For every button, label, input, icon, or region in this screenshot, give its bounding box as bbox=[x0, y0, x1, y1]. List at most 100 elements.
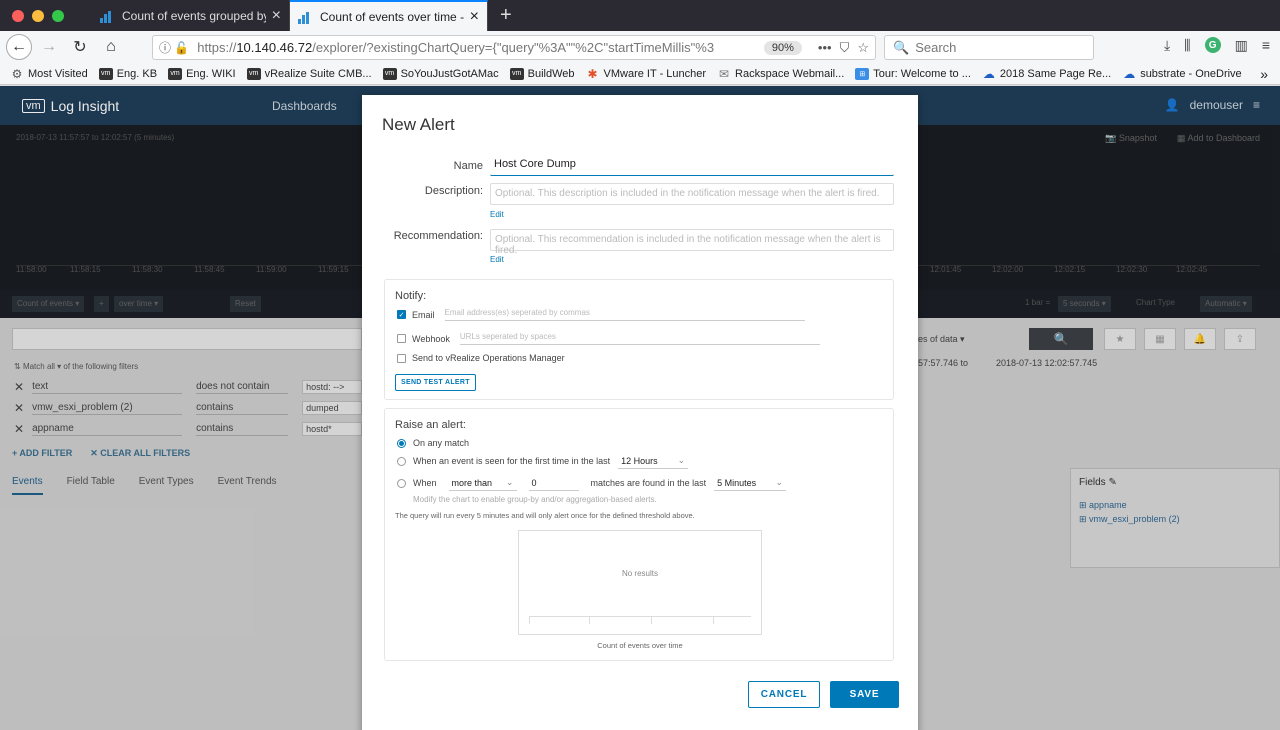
preview-axis bbox=[529, 616, 751, 617]
cloud-icon: ☁ bbox=[982, 66, 995, 81]
more-bookmarks-icon[interactable]: » bbox=[1260, 66, 1268, 82]
cloud-icon: ☁ bbox=[1123, 66, 1136, 81]
site-info-icon[interactable]: ⓘ 🔓 bbox=[159, 39, 189, 56]
bar-chart-icon bbox=[100, 9, 114, 23]
browser-tab-bar: Count of events grouped by ho × Count of… bbox=[0, 0, 1280, 31]
window-controls bbox=[0, 0, 92, 31]
home-button[interactable]: ⌂ bbox=[97, 33, 125, 61]
email-input[interactable]: Email address(es) seperated by commas bbox=[444, 308, 805, 321]
download-icon[interactable]: ⤓ bbox=[1164, 37, 1170, 54]
bookmark-item[interactable]: ⚙ Most Visited bbox=[10, 67, 88, 81]
save-button[interactable]: SAVE bbox=[830, 681, 899, 708]
bookmark-item[interactable]: vm BuildWeb bbox=[509, 67, 575, 80]
recommendation-input[interactable]: Optional. This recommendation is include… bbox=[490, 229, 894, 256]
bookmark-item[interactable]: vm SoYouJustGotAMac bbox=[382, 67, 499, 80]
webhook-option: Webhook URLs seperated by spaces bbox=[397, 332, 820, 345]
when-label: When bbox=[413, 478, 437, 488]
webhook-input[interactable]: URLs seperated by spaces bbox=[459, 332, 820, 345]
threshold-option[interactable]: When more than ⌄ 0 matches are found in t… bbox=[397, 475, 787, 491]
notify-panel: Notify: ✓ Email Email address(es) sepera… bbox=[384, 279, 894, 400]
search-icon: 🔍 bbox=[893, 39, 910, 55]
reload-button[interactable]: ↻ bbox=[66, 33, 94, 61]
vrops-label: Send to vRealize Operations Manager bbox=[412, 353, 565, 363]
send-test-alert-button[interactable]: SEND TEST ALERT bbox=[395, 374, 476, 391]
maximize-window-button[interactable] bbox=[52, 9, 64, 22]
bar-chart-icon bbox=[298, 10, 312, 24]
search-input[interactable]: 🔍 Search bbox=[884, 35, 1094, 60]
raise-alert-panel: Raise an alert: On any match When an eve… bbox=[384, 408, 894, 661]
name-label: Name bbox=[453, 160, 483, 172]
notify-title: Notify: bbox=[395, 290, 427, 302]
library-icon[interactable]: ⫼ bbox=[1184, 37, 1190, 54]
first-time-option[interactable]: When an event is seen for the first time… bbox=[397, 453, 689, 469]
preview-caption: Count of events over time bbox=[597, 641, 683, 650]
description-input[interactable]: Optional. This description is included i… bbox=[490, 183, 894, 205]
bookmark-item[interactable]: ⊞ Tour: Welcome to ... bbox=[855, 67, 971, 80]
pocket-icon[interactable]: ⛉ bbox=[840, 40, 850, 56]
minimize-window-button[interactable] bbox=[32, 9, 44, 22]
on-any-match-option[interactable]: On any match bbox=[397, 438, 469, 448]
first-time-window-select[interactable]: 12 Hours ⌄ bbox=[618, 453, 689, 469]
menu-icon[interactable]: ≡ bbox=[1262, 37, 1270, 54]
bookmark-item[interactable]: vm Eng. WIKI bbox=[168, 67, 236, 80]
browser-toolbar-right: ⤓ ⫼ G ▥ ≡ bbox=[1164, 37, 1270, 54]
first-time-radio[interactable] bbox=[397, 456, 406, 466]
recommendation-label: Recommendation: bbox=[393, 230, 483, 242]
bookmark-item[interactable]: ☁ 2018 Same Page Re... bbox=[982, 66, 1111, 81]
tab-label: Count of events grouped by ho bbox=[122, 8, 266, 23]
bookmark-item[interactable]: ☁ substrate - OneDrive bbox=[1122, 66, 1241, 81]
search-placeholder: Search bbox=[915, 40, 957, 55]
alert-preview-chart: No results bbox=[518, 530, 762, 635]
description-edit-link[interactable]: Edit bbox=[490, 210, 504, 219]
threshold-input[interactable]: 0 bbox=[528, 476, 579, 491]
bookmarks-bar: ⚙ Most Visited vm Eng. KB vm Eng. WIKI vm vR… bbox=[0, 63, 1280, 85]
envelope-icon: ✉ bbox=[719, 66, 730, 81]
comparator-select[interactable]: more than ⌄ bbox=[448, 475, 517, 491]
windows-icon: ⊞ bbox=[855, 67, 870, 80]
address-bar[interactable]: ⓘ 🔓 https://10.140.46.72/explorer/?exist… bbox=[152, 35, 876, 60]
new-alert-dialog: New Alert Name Host Core Dump Descriptio… bbox=[362, 95, 918, 730]
close-window-button[interactable] bbox=[12, 9, 24, 22]
raise-title: Raise an alert: bbox=[395, 419, 466, 431]
close-tab-icon[interactable]: × bbox=[470, 8, 479, 26]
email-checkbox[interactable]: ✓ bbox=[397, 310, 406, 319]
vm-icon: vm bbox=[509, 67, 524, 80]
browser-tab-2[interactable]: Count of events over time - Inte × bbox=[290, 0, 488, 31]
bookmark-item[interactable]: ✱ VMware IT - Luncher bbox=[586, 66, 707, 81]
bookmark-item[interactable]: ✉ Rackspace Webmail... bbox=[717, 66, 844, 81]
email-label: Email bbox=[412, 309, 435, 320]
matches-label: matches are found in the last bbox=[590, 478, 707, 488]
email-option: ✓ Email Email address(es) seperated by c… bbox=[397, 308, 805, 321]
threshold-window-select[interactable]: 5 Minutes ⌄ bbox=[714, 475, 787, 491]
bookmark-item[interactable]: vm Eng. KB bbox=[98, 67, 157, 80]
dialog-title: New Alert bbox=[382, 115, 455, 134]
vrops-checkbox[interactable] bbox=[397, 353, 406, 363]
back-button[interactable]: ← bbox=[6, 34, 32, 60]
alert-name-input[interactable]: Host Core Dump bbox=[490, 154, 894, 176]
recommendation-edit-link[interactable]: Edit bbox=[490, 255, 504, 264]
vm-icon: vm bbox=[98, 67, 113, 80]
bookmark-item[interactable]: vm vRealize Suite CMB... bbox=[246, 67, 372, 80]
on-any-match-radio[interactable] bbox=[397, 438, 406, 448]
aggregation-hint: Modify the chart to enable group-by and/… bbox=[413, 495, 657, 504]
webhook-checkbox[interactable] bbox=[397, 334, 406, 343]
grammarly-icon[interactable]: G bbox=[1204, 37, 1221, 53]
chevron-down-icon: ⌄ bbox=[505, 477, 514, 487]
page-actions-icon[interactable]: ••• bbox=[818, 40, 832, 55]
chevron-down-icon: ⌄ bbox=[775, 477, 784, 487]
vm-icon: vm bbox=[168, 67, 183, 80]
new-tab-button[interactable]: + bbox=[488, 0, 524, 31]
bookmark-star-icon[interactable]: ☆ bbox=[857, 40, 869, 56]
browser-nav-bar: ← → ↻ ⌂ ⓘ 🔓 https://10.140.46.72/explore… bbox=[0, 31, 1280, 63]
forward-button[interactable]: → bbox=[35, 33, 63, 61]
chevron-down-icon: ⌄ bbox=[677, 455, 686, 465]
preview-tick bbox=[529, 616, 530, 624]
sidebar-icon[interactable]: ▥ bbox=[1235, 37, 1248, 54]
cancel-button[interactable]: CANCEL bbox=[748, 681, 820, 708]
first-time-label: When an event is seen for the first time… bbox=[413, 456, 611, 466]
threshold-radio[interactable] bbox=[397, 478, 406, 488]
pinwheel-icon: ✱ bbox=[587, 66, 598, 81]
zoom-level[interactable]: 90% bbox=[763, 40, 802, 55]
close-tab-icon[interactable]: × bbox=[272, 7, 281, 25]
browser-tab-1[interactable]: Count of events grouped by ho × bbox=[92, 0, 290, 31]
